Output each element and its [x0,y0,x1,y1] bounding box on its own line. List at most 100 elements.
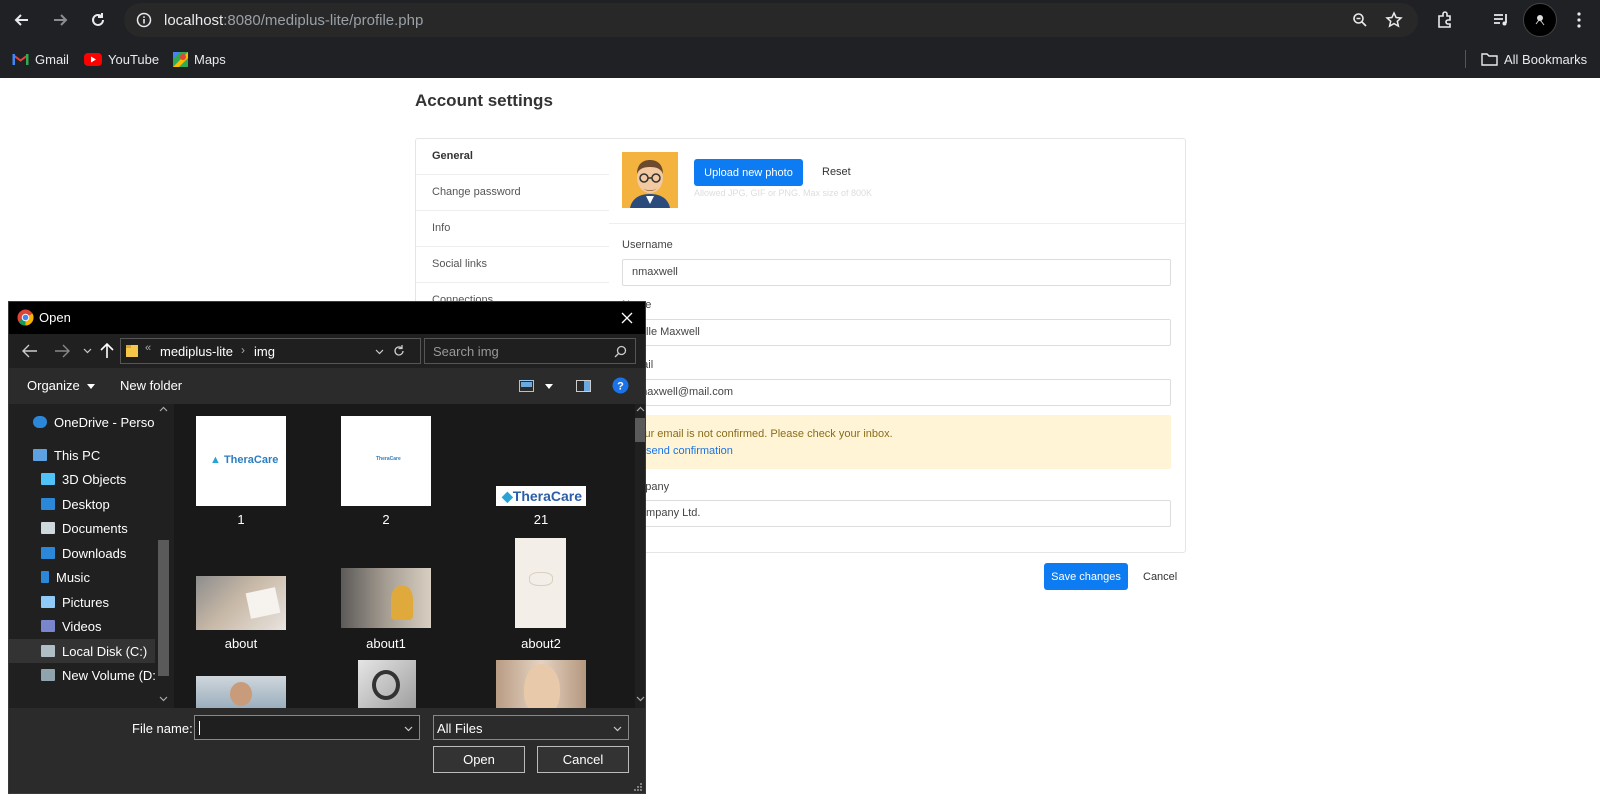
url-text: localhost:8080/mediplus-lite/profile.php [164,12,424,29]
address-bar[interactable]: localhost:8080/mediplus-lite/profile.php [124,3,1418,37]
download-icon [41,547,55,559]
bookmark-gmail[interactable]: Gmail [12,49,69,69]
recent-chevron-icon[interactable] [83,348,92,354]
new-folder-button[interactable]: New folder [120,378,182,393]
dialog-close-button[interactable] [617,308,637,328]
file-open-dialog: Open « mediplus-lite › img Search img Or… [8,301,646,794]
file-thumbnail[interactable] [515,538,566,628]
name-input[interactable]: Nelle Maxwell [622,319,1171,346]
file-name: 21 [533,512,549,527]
file-thumbnail[interactable]: TheraCare [341,416,431,506]
youtube-icon [84,52,102,66]
file-name-input[interactable] [194,715,420,740]
company-input[interactable]: Company Ltd. [622,500,1171,527]
file-type-select[interactable]: All Files [433,715,629,740]
bookmark-youtube[interactable]: YouTube [84,49,159,69]
forward-arrow-icon[interactable] [54,344,70,358]
close-icon [621,312,633,324]
view-dropdown-icon[interactable] [545,384,553,389]
nav-documents[interactable]: Documents [9,516,159,540]
nav-label: Music [56,569,90,585]
file-thumbnail[interactable]: ◆TheraCare [496,486,586,506]
tab-change-password[interactable]: Change password [416,175,609,211]
tab-social-links[interactable]: Social links [416,247,609,283]
all-bookmarks-button[interactable]: All Bookmarks [1481,49,1587,69]
cancel-button[interactable]: Cancel [1143,571,1177,583]
profile-avatar[interactable] [1523,3,1557,37]
file-thumbnail[interactable] [358,660,416,708]
scroll-down-icon [159,696,168,702]
file-thumbnail[interactable] [341,568,431,628]
email-input[interactable]: nmaxwell@mail.com [622,379,1171,406]
nav-desktop[interactable]: Desktop [9,492,159,516]
star-icon[interactable] [1385,11,1403,29]
scroll-thumb[interactable] [635,418,645,442]
bookmark-maps[interactable]: Maps [173,49,226,69]
scroll-thumb[interactable] [158,540,169,676]
view-options-icon[interactable] [519,380,534,392]
cancel-dialog-button[interactable]: Cancel [537,746,629,773]
username-input[interactable]: nmaxwell [622,259,1171,286]
chrome-icon [17,309,34,326]
nav-label: 3D Objects [62,471,127,487]
preview-pane-icon[interactable] [576,380,591,392]
file-list: ▲ TheraCare 1 TheraCare 2 ◆TheraCare 21 … [174,404,635,708]
tab-info[interactable]: Info [416,211,609,247]
forward-button[interactable] [48,8,72,32]
svg-text:?: ? [617,381,624,393]
help-icon[interactable]: ? [612,377,629,394]
bookmark-label: Gmail [35,51,69,67]
nav-new-volume-d[interactable]: New Volume (D:) [9,663,161,687]
nav-label: Videos [62,618,102,634]
nav-videos[interactable]: Videos [9,614,159,638]
tab-general[interactable]: General [416,139,609,175]
avatar-cartoon-icon [622,152,678,208]
nav-music[interactable]: Music [9,565,159,589]
breadcrumb-img[interactable]: img [254,344,275,359]
nav-3d-objects[interactable]: 3D Objects [9,467,159,491]
file-name-label: File name: [132,721,193,736]
up-arrow-icon[interactable] [100,343,114,359]
save-changes-button[interactable]: Save changes [1044,563,1128,590]
menu-button[interactable] [1567,8,1591,32]
nav-label: This PC [54,447,101,463]
file-thumbnail[interactable]: ▲ TheraCare [196,416,286,506]
back-button[interactable] [10,8,34,32]
folder-icon [126,345,138,357]
file-name: 1 [237,512,245,527]
refresh-icon[interactable] [392,344,406,358]
nav-downloads[interactable]: Downloads [9,541,159,565]
files-scrollbar[interactable] [635,404,645,708]
file-thumbnail[interactable] [496,660,586,708]
search-input[interactable]: Search img [424,338,636,364]
back-arrow-icon[interactable] [22,344,38,358]
reset-photo-button[interactable]: Reset [822,166,851,178]
computer-icon [33,449,47,461]
extensions-button[interactable] [1433,8,1457,32]
resize-grip-icon[interactable] [633,782,643,792]
file-thumbnail[interactable] [196,576,286,630]
resend-confirmation-link[interactable]: Resend confirmation [632,443,1161,460]
nav-this-pc[interactable]: This PC [9,443,159,467]
file-name: about [224,636,258,651]
bookmark-label: Maps [194,51,226,67]
nav-pictures[interactable]: Pictures [9,590,159,614]
reload-button[interactable] [86,8,110,32]
nav-local-disk-c[interactable]: Local Disk (C:) [9,639,159,663]
search-placeholder: Search img [433,344,499,359]
organize-button[interactable]: Organize [27,378,96,393]
open-button[interactable]: Open [433,746,525,773]
nav-label: New Volume (D:) [62,667,161,683]
zoom-icon[interactable] [1352,12,1368,28]
file-thumbnail[interactable] [196,676,286,708]
nav-onedrive[interactable]: OneDrive - Person [9,410,162,434]
path-dropdown-icon [375,349,384,355]
scroll-up-icon [159,406,168,412]
file-name: 2 [382,512,390,527]
folder-path-bar[interactable]: « mediplus-lite › img [120,338,421,364]
upload-photo-button[interactable]: Upload new photo [694,159,803,186]
media-button[interactable] [1489,8,1513,32]
breadcrumb-mediplus-lite[interactable]: mediplus-lite [160,344,233,359]
nav-scrollbar[interactable] [155,404,172,708]
nav-label: Documents [62,520,128,536]
